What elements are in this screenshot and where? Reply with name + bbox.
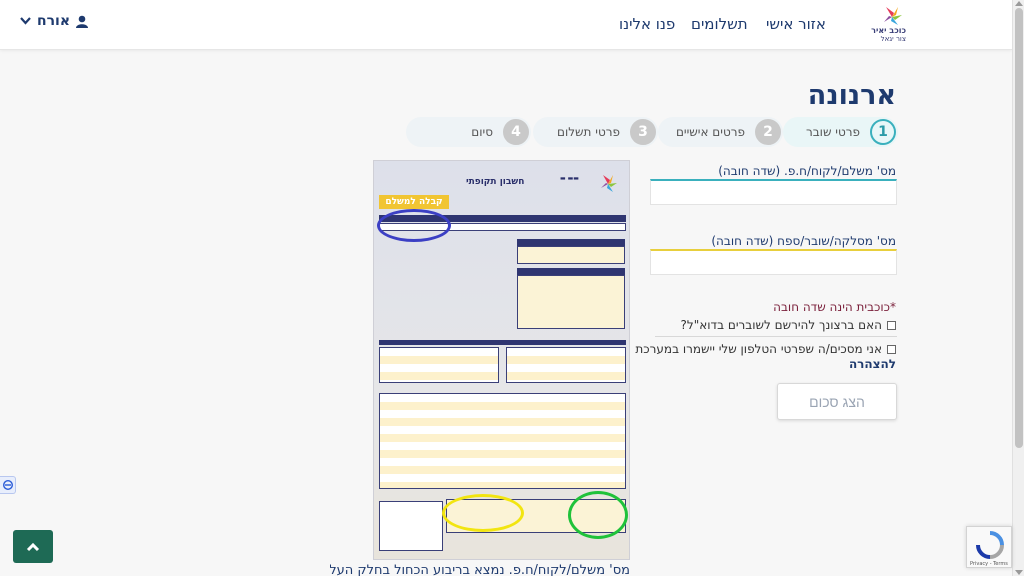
- payer-number-input[interactable]: [650, 179, 897, 205]
- payer-number-label: מס' משלם/לקוח/ח.פ. (שדה חובה): [718, 164, 896, 178]
- site-header: כוכב יאיר צור יגאל אזור אישי תשלומים פנו…: [0, 0, 1012, 50]
- voucher-number-input[interactable]: [650, 249, 897, 275]
- step-personal-details: 2 פרטים אישיים: [658, 117, 783, 147]
- recaptcha-footer[interactable]: Privacy - Terms: [970, 561, 1008, 567]
- nav-contact-us[interactable]: פנו אלינו: [619, 15, 675, 33]
- progress-steps: 4 סיום 3 פרטי תשלום 2 פרטים אישיים 1 פרט…: [406, 117, 898, 147]
- bill-notice-box: [379, 501, 443, 551]
- bill-stamp: קבלה למשלם: [379, 195, 449, 209]
- bill-period-box: [517, 246, 625, 264]
- show-total-button[interactable]: הצג סכום: [777, 383, 897, 420]
- voucher-number-label: מס' מסלקה/שובר/ספח (שדה חובה): [711, 234, 896, 248]
- accessibility-widget[interactable]: [0, 476, 16, 494]
- scroll-down-icon[interactable]: [1015, 570, 1023, 575]
- recaptcha-badge[interactable]: Privacy - Terms: [966, 526, 1012, 568]
- step-label: פרטי שובר: [805, 125, 860, 139]
- scroll-up-icon[interactable]: [1015, 1, 1023, 6]
- bill-section-bar: [517, 239, 625, 246]
- declaration-link[interactable]: להצהרה: [849, 357, 896, 371]
- step-number: 1: [870, 119, 896, 145]
- bill-charges-table: [379, 393, 626, 489]
- yellow-highlight-circle: [442, 494, 524, 532]
- user-icon: [76, 15, 89, 28]
- step-voucher-details: 1 פרטי שובר: [783, 117, 898, 147]
- bill-logo-icon: [601, 175, 617, 192]
- svg-text:כוכב יאיר: כוכב יאיר: [871, 26, 906, 35]
- step-number: 2: [755, 119, 781, 145]
- green-highlight-circle: [568, 491, 628, 539]
- step-finish: 4 סיום: [406, 117, 531, 147]
- page-title: ארנונה: [807, 80, 896, 111]
- bill-table-right: [506, 347, 626, 383]
- site-logo[interactable]: כוכב יאיר צור יגאל: [856, 5, 908, 45]
- nav-payments[interactable]: תשלומים: [691, 15, 748, 33]
- step-number: 4: [503, 119, 529, 145]
- step-number: 3: [630, 119, 656, 145]
- step-label: פרטים אישיים: [675, 125, 745, 139]
- phone-consent-checkbox[interactable]: [887, 344, 896, 354]
- bill-section-bar: [379, 340, 626, 345]
- user-menu[interactable]: אורח: [20, 13, 89, 29]
- phone-consent-row[interactable]: אני מסכים/ה שפרטי הטלפון שלי יישמרו במער…: [635, 342, 896, 356]
- page-scrollbar[interactable]: [1012, 0, 1024, 576]
- scrollbar-thumb[interactable]: [1015, 8, 1023, 448]
- back-to-top-button[interactable]: [13, 530, 53, 563]
- nav-personal-area[interactable]: אזור אישי: [766, 15, 826, 33]
- step-label: סיום: [471, 125, 493, 139]
- chevron-down-icon: [20, 17, 31, 25]
- form-divider: [655, 336, 897, 337]
- bill-title: חשבון תקופתי: [466, 177, 525, 187]
- required-field-note: *כוכבית הינה שדה חובה: [773, 300, 896, 314]
- step-label: פרטי תשלום: [557, 125, 620, 139]
- user-name: אורח: [37, 13, 71, 29]
- bill-caption: מס' משלם/לקוח/ח.פ. נמצא בריבוע הכחול בחל…: [330, 563, 630, 576]
- step-payment-details: 3 פרטי תשלום: [533, 117, 658, 147]
- email-signup-label: האם ברצונך להירשם לשוברים בדוא"ל?: [680, 318, 882, 332]
- email-signup-checkbox[interactable]: [887, 320, 896, 330]
- phone-consent-label: אני מסכים/ה שפרטי הטלפון שלי יישמרו במער…: [635, 342, 882, 356]
- blue-highlight-circle: [377, 209, 451, 242]
- chevron-up-icon: [26, 542, 40, 551]
- accessibility-icon: [2, 480, 13, 490]
- bill-org-text: ▬ ▬▬: [560, 175, 579, 182]
- bill-table-left: [379, 347, 499, 383]
- recaptcha-icon: [976, 531, 1004, 559]
- bill-asset-box: [517, 275, 625, 329]
- sample-bill-image: ▬ ▬▬ חשבון תקופתי קבלה למשלם: [373, 160, 630, 560]
- bill-section-bar: [517, 268, 625, 275]
- svg-text:צור יגאל: צור יגאל: [881, 35, 906, 43]
- email-signup-row[interactable]: האם ברצונך להירשם לשוברים בדוא"ל?: [681, 318, 896, 332]
